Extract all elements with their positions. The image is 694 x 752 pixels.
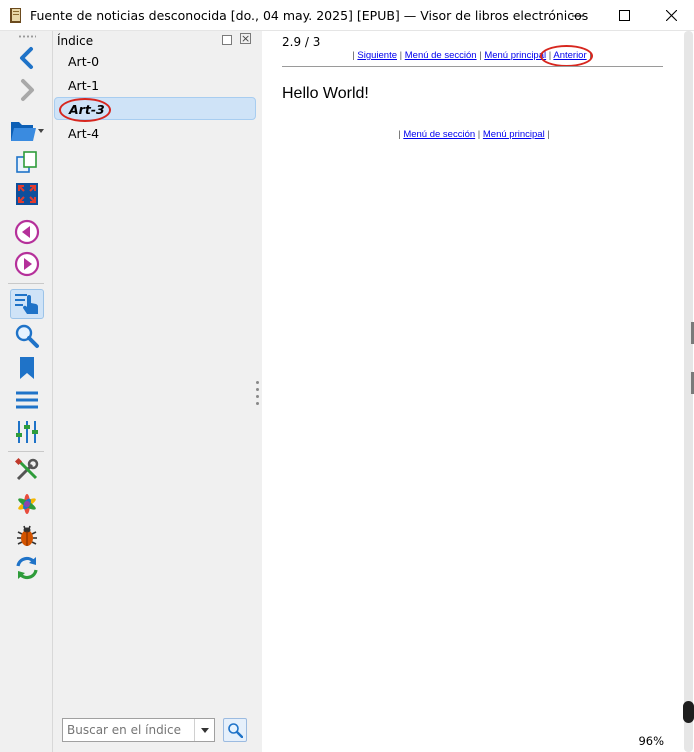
close-icon xyxy=(665,10,677,21)
content-heading: Hello World! xyxy=(282,85,369,102)
toc-search-button[interactable] xyxy=(223,718,247,742)
toolbar-separator xyxy=(8,283,44,284)
next-button[interactable] xyxy=(10,249,44,279)
nav-separator: | xyxy=(352,50,355,61)
chevron-down-icon xyxy=(200,727,209,733)
toc-item-label: Art-0 xyxy=(68,54,100,69)
bottom-navigation: | Menú de sección | Menú principal | xyxy=(262,129,682,140)
menu-icon xyxy=(16,391,38,409)
left-toolbar xyxy=(0,31,53,752)
nav-separator: | xyxy=(399,50,403,61)
next-icon xyxy=(14,251,40,277)
search-icon xyxy=(15,324,39,348)
open-book-button[interactable] xyxy=(10,115,44,145)
toc-panel: Índice × Art-0 Art-1 Art-3 Art-4 xyxy=(53,31,262,752)
plugins-button[interactable] xyxy=(10,489,44,519)
nav-separator: | xyxy=(547,129,550,140)
toc-item-label: Art-4 xyxy=(68,126,100,141)
back-icon xyxy=(20,47,33,69)
horizontal-rule xyxy=(282,66,663,67)
reload-icon xyxy=(16,556,38,580)
toc-title: Índice xyxy=(57,34,94,48)
fullscreen-icon xyxy=(16,183,38,205)
maximize-icon xyxy=(618,10,630,21)
close-window-button[interactable] xyxy=(648,0,694,31)
scrollbar-thumb[interactable] xyxy=(683,701,694,723)
plugins-icon xyxy=(18,494,36,514)
preferences-button[interactable] xyxy=(10,417,44,447)
preferences-icon xyxy=(16,421,38,443)
bookmark-icon xyxy=(20,357,34,379)
zoom-level: 96% xyxy=(638,734,664,748)
back-button[interactable] xyxy=(10,43,44,73)
book-content: 2.9 / 3 | Siguiente | Menú de sección | … xyxy=(262,31,682,752)
nav-separator: | xyxy=(477,129,481,140)
nav-separator: | xyxy=(479,50,482,61)
menu-principal-link[interactable]: Menú principal xyxy=(483,129,545,140)
minimize-button[interactable] xyxy=(554,0,600,31)
toc-icon xyxy=(15,294,39,314)
maximize-button[interactable] xyxy=(601,0,647,31)
menu-principal-link[interactable]: Menú principal xyxy=(484,50,546,61)
toc-close-button[interactable]: × xyxy=(240,33,251,44)
menu-seccion-link[interactable]: Menú de sección xyxy=(405,50,477,61)
siguiente-link[interactable]: Siguiente xyxy=(357,50,397,61)
top-navigation: | Siguiente | Menú de sección | Menú pri… xyxy=(262,50,682,61)
menu-button[interactable] xyxy=(10,385,44,415)
fullscreen-button[interactable] xyxy=(10,179,44,209)
toc-float-button[interactable] xyxy=(222,35,232,45)
highlight-ellipse xyxy=(59,98,111,122)
open-book-icon xyxy=(11,122,44,141)
toc-item-art-0[interactable]: Art-0 xyxy=(54,50,256,73)
forward-button[interactable] xyxy=(10,75,44,105)
toc-search-combobox[interactable] xyxy=(62,718,215,742)
copy-button[interactable] xyxy=(10,147,44,177)
copy-icon xyxy=(16,151,37,173)
close-icon: × xyxy=(241,32,251,45)
debug-icon xyxy=(17,525,37,546)
window-title: Fuente de noticias desconocida [do., 04 … xyxy=(30,8,589,23)
debug-button[interactable] xyxy=(10,521,44,551)
previous-button[interactable] xyxy=(10,217,44,247)
toc-item-art-1[interactable]: Art-1 xyxy=(54,74,256,97)
toolbar-grip[interactable] xyxy=(18,35,36,38)
previous-icon xyxy=(14,219,40,245)
toc-item-art-4[interactable]: Art-4 xyxy=(54,122,256,145)
toolbar-separator xyxy=(8,451,44,452)
toc-search-input[interactable] xyxy=(63,719,191,741)
panel-splitter[interactable] xyxy=(256,381,260,411)
toc-search-dropdown[interactable] xyxy=(194,719,214,741)
toc-button[interactable] xyxy=(10,289,44,319)
nav-separator: | xyxy=(398,129,401,140)
position-indicator: 2.9 / 3 xyxy=(282,35,321,49)
menu-seccion-link[interactable]: Menú de sección xyxy=(403,129,475,140)
search-button[interactable] xyxy=(10,321,44,351)
tools-button[interactable] xyxy=(10,455,44,485)
bookmark-button[interactable] xyxy=(10,353,44,383)
tools-icon xyxy=(14,457,39,481)
toc-item-label: Art-1 xyxy=(68,78,100,93)
forward-icon xyxy=(21,79,34,101)
reload-button[interactable] xyxy=(10,553,44,583)
title-bar: Fuente de noticias desconocida [do., 04 … xyxy=(0,0,694,31)
minimize-icon xyxy=(571,15,583,17)
app-book-icon xyxy=(10,8,21,23)
search-icon xyxy=(228,723,243,738)
highlight-ellipse xyxy=(540,45,593,67)
